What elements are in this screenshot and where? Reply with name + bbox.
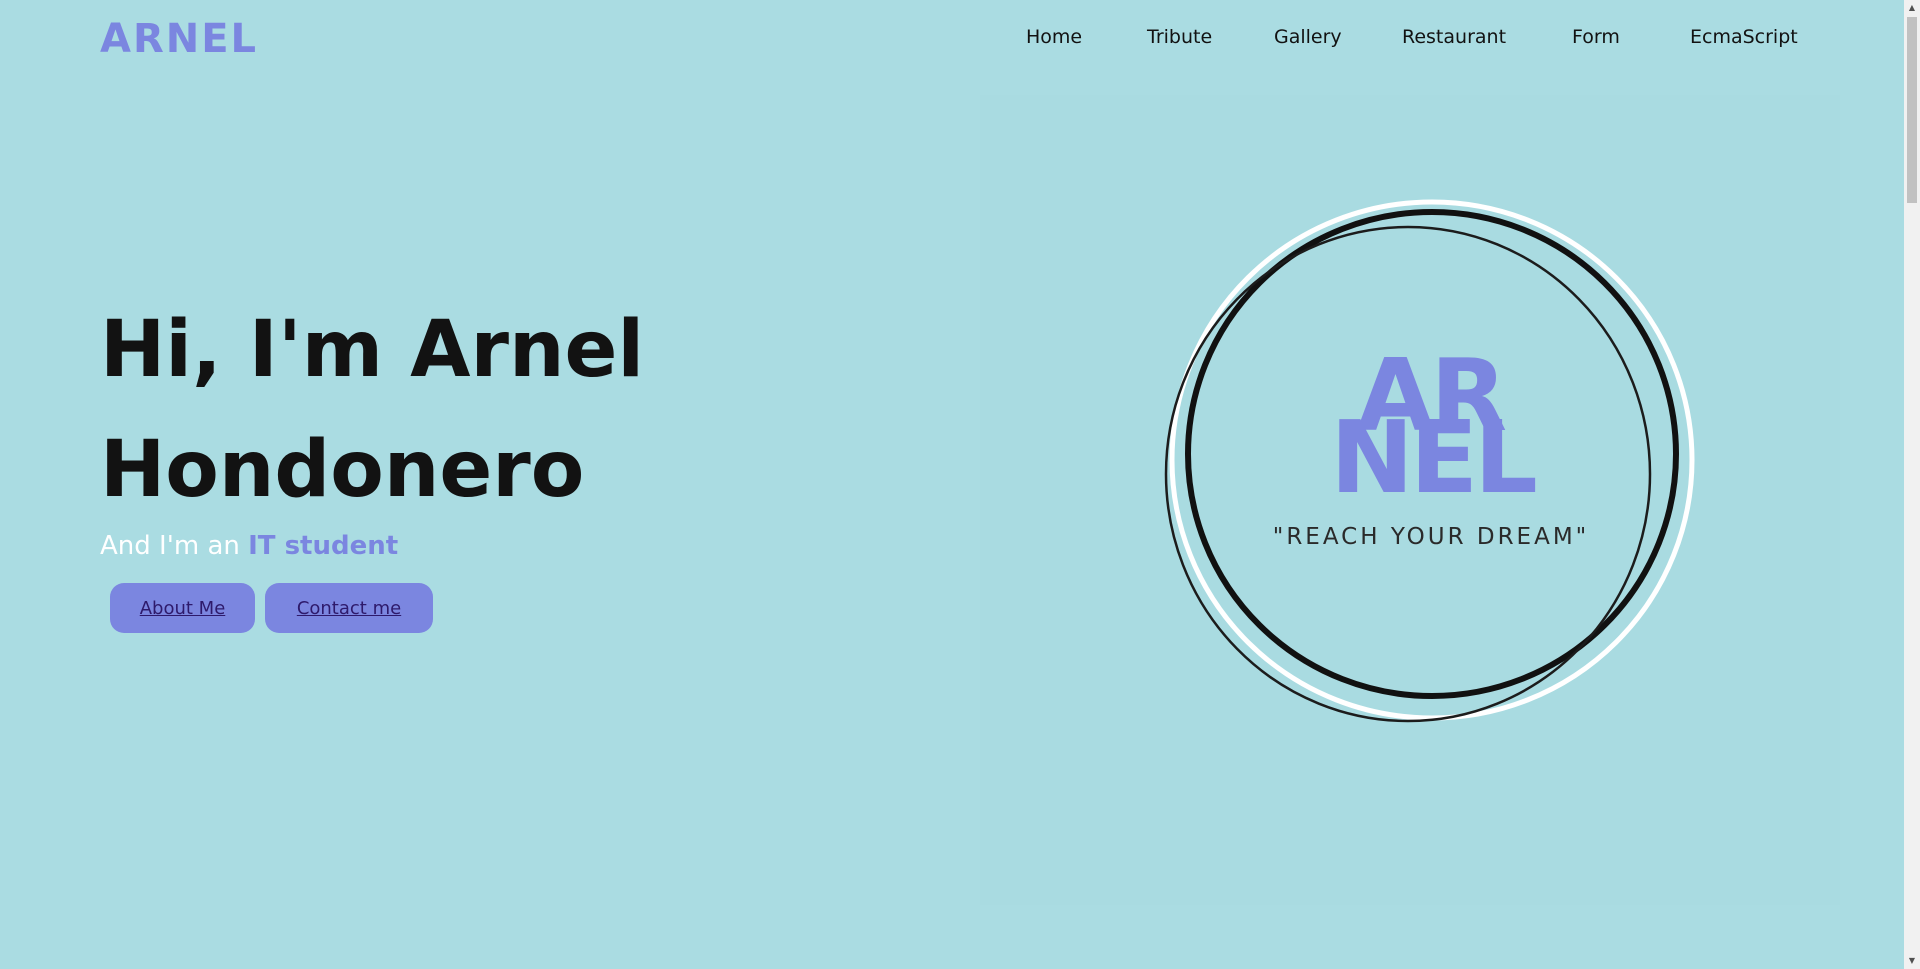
nav-link-gallery[interactable]: Gallery: [1274, 26, 1342, 48]
logo-text-nel: NEL: [1330, 399, 1535, 516]
hero-subtitle: And I'm an IT student: [100, 531, 398, 561]
page: ARNEL Home Tribute Gallery Restaurant Fo…: [0, 0, 1904, 969]
subtitle-prefix: And I'm an: [100, 531, 249, 561]
vertical-scrollbar[interactable]: ▲ ▼: [1904, 0, 1920, 969]
hero-title-line-1: Hi, I'm Arnel: [100, 305, 645, 395]
about-me-button[interactable]: About Me: [110, 583, 255, 633]
chevron-up-icon[interactable]: ▲: [1904, 0, 1920, 16]
contact-me-button[interactable]: Contact me: [265, 583, 433, 633]
nav-link-ecmascript[interactable]: EcmaScript: [1690, 26, 1798, 48]
hero-title-line-2: Hondonero: [100, 425, 585, 515]
logo-tagline: "REACH YOUR DREAM": [1273, 524, 1590, 550]
hero-title: Hi, I'm Arnel Hondonero: [100, 290, 644, 530]
scrollbar-thumb[interactable]: [1907, 17, 1917, 203]
nav-link-form[interactable]: Form: [1572, 26, 1620, 48]
chevron-down-icon[interactable]: ▼: [1904, 953, 1920, 969]
nav-link-restaurant[interactable]: Restaurant: [1402, 26, 1506, 48]
nav-link-tribute[interactable]: Tribute: [1147, 26, 1212, 48]
main-nav: Home Tribute Gallery Restaurant Form Ecm…: [0, 26, 1904, 56]
subtitle-role: IT student: [248, 531, 399, 561]
arnel-logo-image: AR NEL "REACH YOUR DREAM": [1164, 199, 1695, 723]
nav-link-home[interactable]: Home: [1026, 26, 1082, 48]
